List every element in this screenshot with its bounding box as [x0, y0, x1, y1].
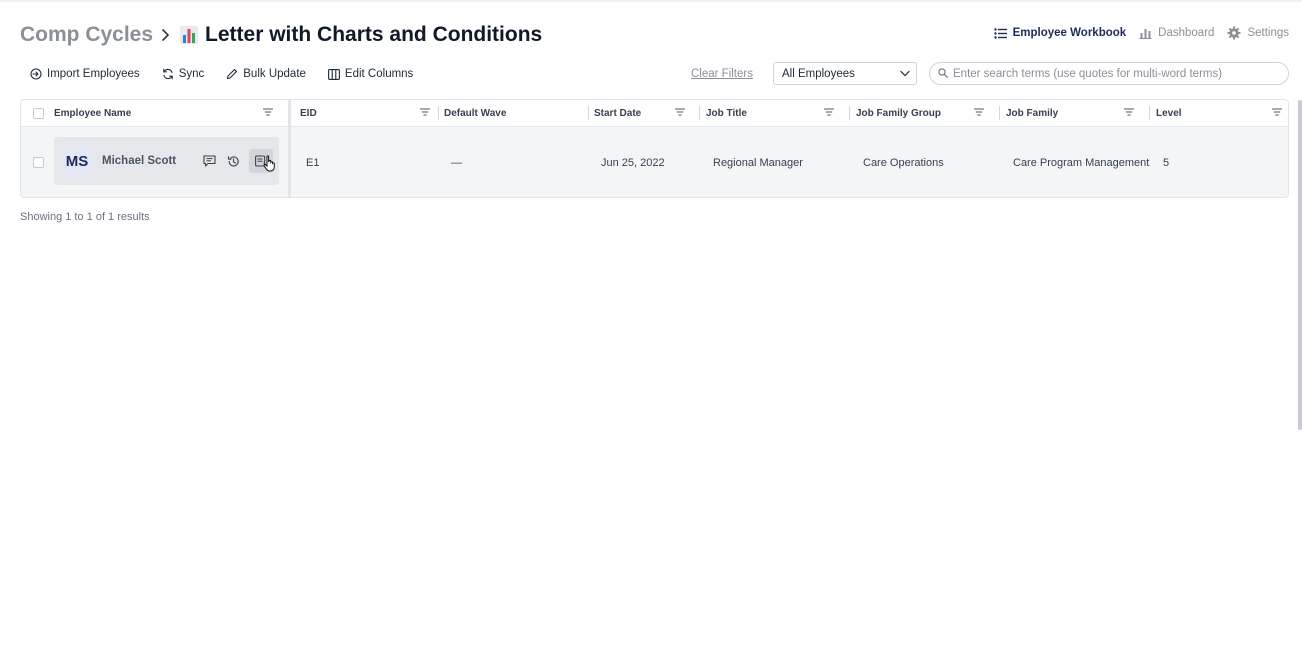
sync-icon — [162, 68, 174, 80]
column-header-job-family[interactable]: Job Family — [1006, 100, 1142, 126]
filter-icon[interactable] — [973, 108, 985, 119]
cell-job-family-group: Care Operations — [863, 156, 944, 169]
import-employees-label: Import Employees — [47, 68, 140, 80]
chevron-right-icon — [161, 28, 171, 42]
columns-icon — [327, 68, 340, 80]
nav-dashboard[interactable]: Dashboard — [1139, 27, 1214, 39]
avatar-initials: MS — [65, 152, 89, 170]
column-divider[interactable] — [588, 106, 589, 120]
column-divider[interactable] — [438, 106, 439, 120]
column-divider[interactable] — [999, 106, 1000, 120]
cell-level: 5 — [1163, 156, 1170, 169]
column-divider[interactable] — [1149, 106, 1150, 120]
column-header-level[interactable]: Level — [1156, 100, 1288, 126]
bulk-update-label: Bulk Update — [243, 68, 306, 80]
frozen-column-divider[interactable] — [288, 100, 291, 197]
employee-name-cell[interactable]: MS Michael Scott — [54, 137, 279, 185]
cell-eid: E1 — [306, 156, 320, 169]
filter-icon[interactable] — [419, 108, 431, 119]
bar-chart-emoji-icon — [179, 25, 199, 45]
column-header-label: Job Title — [706, 107, 747, 119]
employee-table: Employee Name EID Default Wave Start Dat… — [20, 99, 1289, 198]
page-title: Letter with Charts and Conditions — [179, 23, 542, 47]
sync-button[interactable]: Sync — [162, 68, 205, 80]
filter-icon[interactable] — [262, 108, 274, 119]
search-box — [929, 62, 1289, 85]
column-header-eid[interactable]: EID — [300, 100, 438, 126]
column-header-label: Job Family — [1006, 107, 1059, 119]
chevron-down-icon — [900, 68, 910, 80]
nav-settings[interactable]: Settings — [1227, 26, 1289, 40]
cell-start-date: Jun 25, 2022 — [601, 156, 665, 169]
select-all-cell — [33, 100, 47, 126]
employee-filter-value: All Employees — [782, 67, 855, 80]
avatar: MS — [60, 144, 94, 178]
page-scrollbar[interactable] — [1298, 100, 1302, 430]
filter-icon[interactable] — [823, 108, 835, 119]
clear-filters-link[interactable]: Clear Filters — [691, 68, 753, 80]
list-icon — [993, 27, 1007, 39]
cell-job-title: Regional Manager — [713, 156, 803, 169]
table-row[interactable]: MS Michael Scott E1 — Jun 25, 2022 Regio… — [21, 127, 1288, 197]
cell-default-wave: — — [451, 156, 462, 169]
sync-label: Sync — [178, 68, 205, 80]
column-header-employee-name[interactable]: Employee Name — [54, 100, 281, 126]
filter-icon[interactable] — [1123, 108, 1135, 119]
view-nav: Employee Workbook Dashboard Settings — [993, 26, 1289, 40]
cell-job-family: Care Program Management — [1013, 156, 1150, 169]
column-header-job-family-group[interactable]: Job Family Group — [856, 100, 992, 126]
column-header-label: Employee Name — [54, 107, 132, 119]
top-border — [0, 0, 1302, 2]
employee-filter-select[interactable]: All Employees — [773, 62, 917, 85]
bar-chart-icon — [1139, 27, 1152, 39]
history-icon[interactable] — [225, 153, 241, 169]
search-icon — [938, 65, 948, 83]
nav-employee-workbook-label: Employee Workbook — [1012, 27, 1127, 39]
column-header-start-date[interactable]: Start Date — [594, 100, 693, 126]
column-header-job-title[interactable]: Job Title — [706, 100, 842, 126]
filter-icon[interactable] — [674, 108, 686, 119]
edit-columns-label: Edit Columns — [344, 68, 414, 80]
gear-icon — [1227, 26, 1241, 40]
employee-name[interactable]: Michael Scott — [102, 155, 176, 167]
column-header-label: Level — [1156, 107, 1182, 119]
nav-settings-label: Settings — [1247, 27, 1289, 39]
bulk-update-button[interactable]: Bulk Update — [226, 68, 306, 80]
page-title-text: Letter with Charts and Conditions — [205, 23, 543, 46]
table-header: Employee Name EID Default Wave Start Dat… — [21, 100, 1288, 127]
toolbar: Import Employees Sync Bulk Update Edit C… — [30, 64, 435, 84]
breadcrumb-comp-cycles[interactable]: Comp Cycles — [20, 23, 153, 47]
breadcrumb: Comp Cycles Letter with Charts and Condi… — [20, 20, 542, 50]
results-summary: Showing 1 to 1 of 1 results — [20, 211, 150, 223]
hand-pointer-cursor-icon — [263, 155, 277, 177]
column-divider[interactable] — [849, 106, 850, 120]
column-header-label: EID — [300, 107, 317, 119]
column-divider[interactable] — [699, 106, 700, 120]
column-header-label: Start Date — [594, 107, 642, 119]
comment-icon[interactable] — [201, 153, 217, 169]
column-header-label: Job Family Group — [856, 107, 942, 119]
select-all-checkbox[interactable] — [33, 107, 44, 119]
filter-icon[interactable] — [1271, 108, 1283, 119]
pencil-icon — [226, 68, 238, 80]
nav-employee-workbook[interactable]: Employee Workbook — [993, 27, 1127, 39]
search-input[interactable] — [953, 67, 1273, 80]
column-header-default-wave[interactable]: Default Wave — [444, 100, 588, 126]
sign-in-icon — [30, 68, 42, 80]
import-employees-button[interactable]: Import Employees — [30, 68, 140, 80]
edit-columns-button[interactable]: Edit Columns — [327, 68, 414, 80]
column-header-label: Default Wave — [444, 107, 507, 119]
row-checkbox[interactable] — [33, 157, 44, 168]
row-select-cell — [33, 127, 44, 197]
nav-dashboard-label: Dashboard — [1158, 27, 1215, 39]
